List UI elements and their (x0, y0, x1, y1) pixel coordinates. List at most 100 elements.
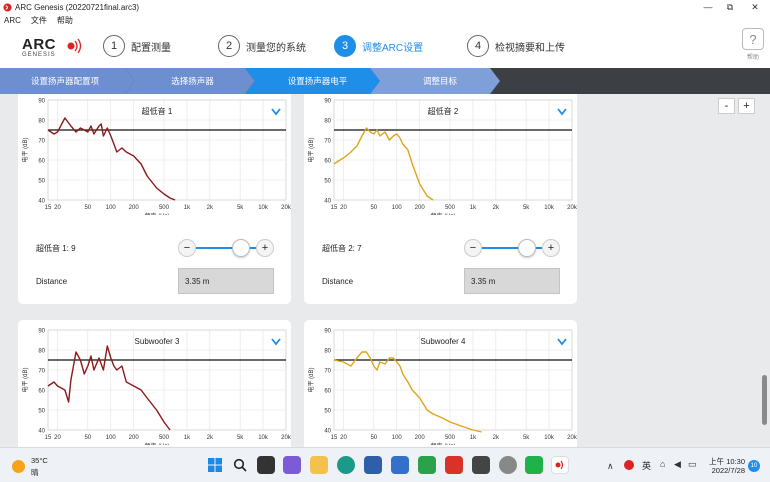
y-tick-label: 60 (38, 389, 45, 395)
x-tick-label: 1k (470, 205, 477, 211)
ime-indicator[interactable]: 英 (642, 459, 651, 472)
chevron-down-icon[interactable] (557, 338, 567, 346)
step-2[interactable]: 2 测量您的系统 (218, 34, 306, 58)
search-icon[interactable] (231, 456, 249, 474)
distance-input[interactable]: 3.35 m (178, 268, 274, 294)
substep-speaker-level[interactable]: 设置扬声器电平 (255, 68, 380, 94)
app-icon[interactable] (445, 456, 463, 474)
chart-title: Subwoofer 4 (421, 337, 466, 346)
app-icon[interactable] (472, 456, 490, 474)
x-tick-label: 10k (258, 435, 269, 441)
x-tick-label: 20k (567, 435, 577, 441)
minimize-button[interactable]: — (696, 0, 720, 14)
distance-input[interactable]: 3.35 m (464, 268, 560, 294)
edge-icon[interactable] (337, 456, 355, 474)
minus-button[interactable]: − (464, 239, 482, 257)
xbox-icon[interactable] (418, 456, 436, 474)
chat-icon[interactable] (283, 456, 301, 474)
distance-label: Distance (36, 277, 68, 286)
x-tick-label: 2k (493, 205, 500, 211)
chart-sub3: 90 80 70 60 50 4015 20 50 100 200 500 1k 2k 5k 10k 20k 电… (21, 329, 291, 446)
substep-speaker-config[interactable]: 设置扬声器配置项 (0, 68, 130, 94)
y-tick-label: 80 (38, 349, 45, 355)
network-icon[interactable]: ⌂ (660, 459, 665, 469)
slider-thumb[interactable] (232, 239, 250, 257)
plus-button[interactable]: + (256, 239, 274, 257)
volume-icon[interactable]: ◀ (674, 459, 681, 470)
x-tick-label: 20k (567, 205, 577, 211)
y-tick-label: 70 (38, 139, 45, 145)
x-tick-label: 15 (45, 205, 52, 211)
x-tick-label: 5k (523, 435, 530, 441)
level-slider[interactable]: − + (178, 238, 276, 258)
step-1[interactable]: 1 配置测量 (103, 34, 171, 58)
notification-badge[interactable]: 10 (748, 460, 760, 472)
arc-taskbar-icon[interactable] (551, 456, 569, 474)
help-button[interactable]: ? 帮助 (740, 28, 766, 64)
arc-logo: ARC GENESIS (22, 36, 92, 60)
x-tick-label: 10k (544, 435, 555, 441)
sun-icon[interactable] (12, 460, 25, 473)
weather[interactable]: 晴 (31, 467, 39, 478)
x-tick-label: 20 (340, 205, 347, 211)
settings-icon[interactable] (499, 456, 517, 474)
x-tick-label: 20 (54, 435, 61, 441)
menu-help[interactable]: 帮助 (57, 15, 73, 26)
menu-file[interactable]: 文件 (31, 15, 47, 26)
x-tick-label: 5k (237, 205, 244, 211)
y-tick-label: 50 (38, 409, 45, 415)
step-number: 2 (218, 35, 240, 57)
y-tick-label: 80 (324, 119, 331, 125)
y-axis-label: 电平 (dB) (307, 137, 315, 162)
plus-button[interactable]: + (542, 239, 560, 257)
minus-button[interactable]: − (178, 239, 196, 257)
x-tick-label: 100 (392, 205, 403, 211)
chevron-down-icon[interactable] (271, 108, 281, 116)
y-tick-label: 50 (324, 179, 331, 185)
clock-date[interactable]: 2022/7/28 (705, 466, 745, 475)
file-explorer-icon[interactable] (310, 456, 328, 474)
temperature[interactable]: 35°C (31, 456, 48, 465)
scrollbar[interactable] (762, 375, 767, 425)
tray-icon[interactable] (624, 460, 634, 470)
battery-icon[interactable]: ▭ (688, 459, 697, 470)
y-axis-label: 电平 (dB) (21, 137, 29, 162)
maximize-button[interactable]: ⧉ (718, 0, 742, 14)
logo-subtext: GENESIS (22, 52, 56, 58)
close-button[interactable]: ✕ (743, 0, 767, 14)
y-tick-label: 80 (38, 119, 45, 125)
y-tick-label: 80 (324, 349, 331, 355)
x-tick-label: 500 (159, 205, 170, 211)
chevron-down-icon[interactable] (557, 108, 567, 116)
y-tick-label: 60 (324, 159, 331, 165)
slider-thumb[interactable] (518, 239, 536, 257)
app-icon[interactable] (391, 456, 409, 474)
zoom-out-button[interactable]: - (718, 98, 735, 114)
zoom-in-button[interactable]: + (738, 98, 755, 114)
x-axis-label: 频率 (Hz) (431, 442, 456, 445)
taskbar: 35°C 晴 ∧ 英 ⌂ ◀ ▭ 上午 10:30 2022/7/28 10 (0, 447, 770, 482)
chevron-down-icon[interactable] (271, 338, 281, 346)
y-tick-label: 90 (38, 99, 45, 105)
substep-select-speakers[interactable]: 选择扬声器 (130, 68, 255, 94)
store-icon[interactable] (364, 456, 382, 474)
wechat-icon[interactable] (525, 456, 543, 474)
x-tick-label: 500 (159, 435, 170, 441)
x-tick-label: 1k (470, 435, 477, 441)
y-tick-label: 40 (324, 199, 331, 205)
y-tick-label: 40 (38, 429, 45, 435)
step-3[interactable]: 3 调整ARC设置 (334, 34, 423, 58)
y-tick-label: 40 (324, 429, 331, 435)
substep-adjust-target[interactable]: 调整目标 (380, 68, 500, 94)
x-tick-label: 50 (370, 435, 377, 441)
chevron-up-icon[interactable]: ∧ (607, 461, 614, 472)
level-slider[interactable]: − + (464, 238, 562, 258)
step-number: 4 (467, 35, 489, 57)
x-tick-label: 200 (129, 435, 140, 441)
task-view-icon[interactable] (257, 456, 275, 474)
menu-arc[interactable]: ARC (4, 16, 21, 25)
windows-start-icon[interactable] (206, 456, 224, 474)
x-tick-label: 20k (281, 435, 291, 441)
step-4[interactable]: 4 检视摘要和上传 (467, 34, 565, 58)
x-tick-label: 500 (445, 205, 456, 211)
